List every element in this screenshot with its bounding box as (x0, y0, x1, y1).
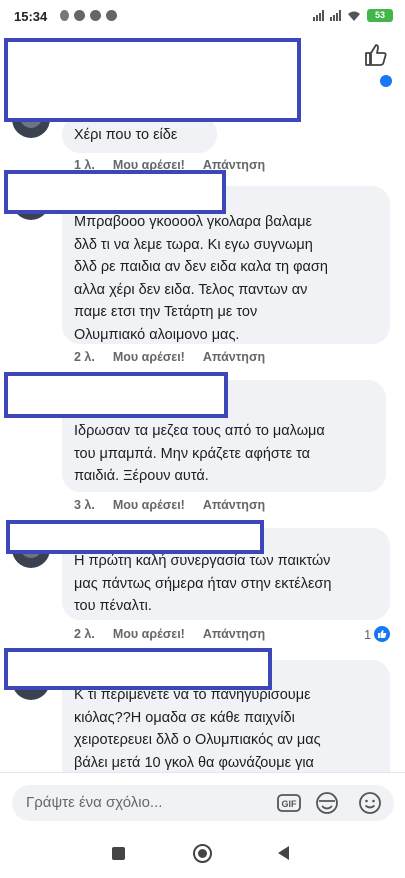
reply-button[interactable]: Απάντηση (203, 498, 265, 512)
home-icon[interactable] (193, 844, 212, 863)
gif-label: GIF (282, 799, 298, 809)
thumbs-up-icon[interactable] (362, 42, 388, 68)
redacted-name (4, 648, 272, 690)
messenger-icon (74, 10, 85, 21)
comment-text: Κ τι περιμένετε να το πανηγυρίσουμε κιόλ… (74, 687, 321, 771)
comment-text: Ιδρωσαν τα μεζεα τους από το μαλωμα του … (74, 423, 325, 484)
comment-time: 2 λ. (74, 627, 95, 641)
comment-text: Η πρώτη καλή συνεργασία των παικτών μας … (74, 553, 332, 614)
comment-actions: 3 λ. Μου αρέσει! Απάντηση (74, 498, 265, 512)
reaction-count[interactable]: 1 (364, 626, 391, 642)
notification-icons (60, 10, 117, 21)
reply-button[interactable]: Απάντηση (203, 627, 265, 641)
signal-icon (313, 10, 324, 21)
reaction-dot (380, 75, 392, 87)
comment-actions: 2 λ. Μου αρέσει! Απάντηση (74, 350, 265, 364)
system-nav-bar (0, 832, 405, 878)
like-badge-icon (374, 626, 391, 642)
redacted-name (4, 372, 228, 418)
comment-time: 3 λ. (74, 498, 95, 512)
comment-text: Μπραβοοο γκοοοολ γκολαρα βαλαμε δλδ τι ν… (74, 214, 328, 343)
redacted-name (4, 170, 226, 214)
wifi-icon (348, 11, 360, 21)
sticker-icon[interactable] (314, 790, 340, 816)
status-right: 53 (313, 9, 393, 22)
battery-indicator: 53 (367, 9, 393, 22)
like-button[interactable]: Μου αρέσει! (113, 498, 185, 512)
emoji-icon[interactable] (357, 790, 383, 816)
comment-input[interactable]: Γράψτε ένα σχόλιο... GIF (12, 785, 394, 821)
redacted-name (4, 38, 301, 122)
facebook-icon (90, 10, 101, 21)
recent-apps-icon[interactable] (112, 847, 125, 860)
comment-text: Χέρι που το είδε (74, 127, 178, 143)
status-bar: 15:34 53 (0, 0, 405, 34)
like-button[interactable]: Μου αρέσει! (113, 350, 185, 364)
redacted-name (6, 520, 264, 554)
reply-button[interactable]: Απάντηση (203, 350, 265, 364)
gif-icon[interactable]: GIF (276, 790, 302, 816)
comment-time: 2 λ. (74, 350, 95, 364)
comment-placeholder: Γράψτε ένα σχόλιο... (26, 794, 163, 811)
reaction-count-value: 1 (364, 626, 372, 642)
like-button[interactable]: Μου αρέσει! (113, 627, 185, 641)
notification-icon (106, 10, 117, 21)
status-time: 15:34 (14, 9, 48, 24)
comment-composer: Γράψτε ένα σχόλιο... GIF (0, 772, 405, 832)
back-icon[interactable] (278, 846, 289, 860)
signal-icon-2 (330, 10, 341, 21)
moon-icon (60, 10, 69, 21)
comment-actions: 2 λ. Μου αρέσει! Απάντηση (74, 627, 265, 641)
